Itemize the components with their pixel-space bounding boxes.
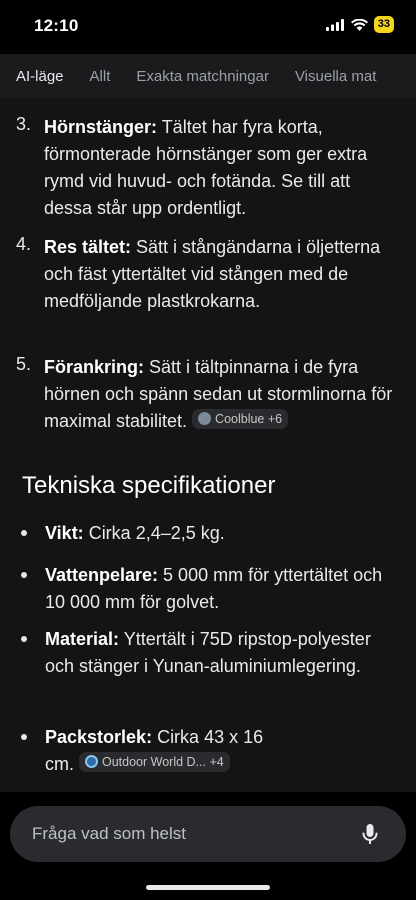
mic-icon[interactable] — [358, 822, 382, 846]
battery-icon: 33 — [373, 16, 394, 33]
bullet-dot — [21, 636, 27, 642]
source-chip-label: Outdoor World D... +4 — [102, 754, 224, 769]
ask-input[interactable]: Fråga vad som helst — [10, 806, 406, 862]
outdoor-world-logo-icon — [85, 755, 98, 768]
list-item-text: Res tältet: Sätt i stångändarna i öljett… — [44, 234, 396, 315]
list-item-text: Vattenpelare: 5 000 mm för yttertältet o… — [45, 562, 400, 616]
ai-answer-content: 3. Hörnstänger: Tältet har fyra korta, f… — [0, 98, 416, 792]
list-number: 5. — [16, 354, 32, 374]
tab-all[interactable]: Allt — [90, 68, 111, 85]
list-item-text: Förankring: Sätt i tältpinnarna i de fyr… — [44, 354, 396, 435]
list-item-text: Packstorlek: Cirka 43 x 16 cm. Outdoor W… — [45, 724, 265, 778]
list-item-title: Förankring: — [44, 357, 145, 377]
source-chip-label: Coolblue +6 — [215, 411, 283, 426]
bullet-dot — [21, 572, 27, 578]
home-indicator[interactable] — [146, 885, 270, 890]
ask-placeholder: Fråga vad som helst — [32, 824, 187, 843]
list-item-text: Hörnstänger: Tältet har fyra korta, förm… — [44, 114, 396, 222]
section-heading: Tekniska specifikationer — [22, 472, 276, 499]
wifi-icon — [350, 18, 368, 31]
list-item-text: Material: Yttertält i 75D ripstop-polyes… — [45, 626, 400, 680]
list-number: 4. — [16, 234, 32, 254]
list-number: 3. — [16, 114, 32, 134]
list-item-title: Packstorlek: — [45, 727, 153, 747]
source-chip-outdoor-world[interactable]: Outdoor World D... +4 — [79, 751, 230, 772]
search-mode-tabs: AI-läge Allt Exakta matchningar Visuella… — [0, 54, 416, 98]
list-item-title: Material: — [45, 629, 120, 649]
status-icons: 33 — [325, 16, 394, 33]
tab-ai-mode[interactable]: AI-läge — [16, 68, 64, 85]
source-chip-coolblue[interactable]: Coolblue +6 — [192, 408, 289, 429]
list-item-body: Cirka 2,4–2,5 kg. — [83, 523, 225, 543]
list-item-title: Vattenpelare: — [45, 565, 159, 585]
list-item-title: Hörnstänger: — [44, 117, 158, 137]
list-item-text: Vikt: Cirka 2,4–2,5 kg. — [45, 520, 400, 547]
status-time: 12:10 — [34, 16, 79, 35]
bullet-dot — [21, 530, 27, 536]
bullet-dot — [21, 734, 27, 740]
list-item-title: Vikt: — [45, 523, 84, 543]
tab-exact-matches[interactable]: Exakta matchningar — [136, 68, 269, 85]
signal-icon — [325, 18, 344, 31]
tab-visual-matches[interactable]: Visuella mat — [295, 68, 376, 85]
list-item-title: Res tältet: — [44, 237, 132, 257]
coolblue-logo-icon — [198, 412, 212, 425]
status-bar: 12:10 33 — [0, 0, 416, 54]
